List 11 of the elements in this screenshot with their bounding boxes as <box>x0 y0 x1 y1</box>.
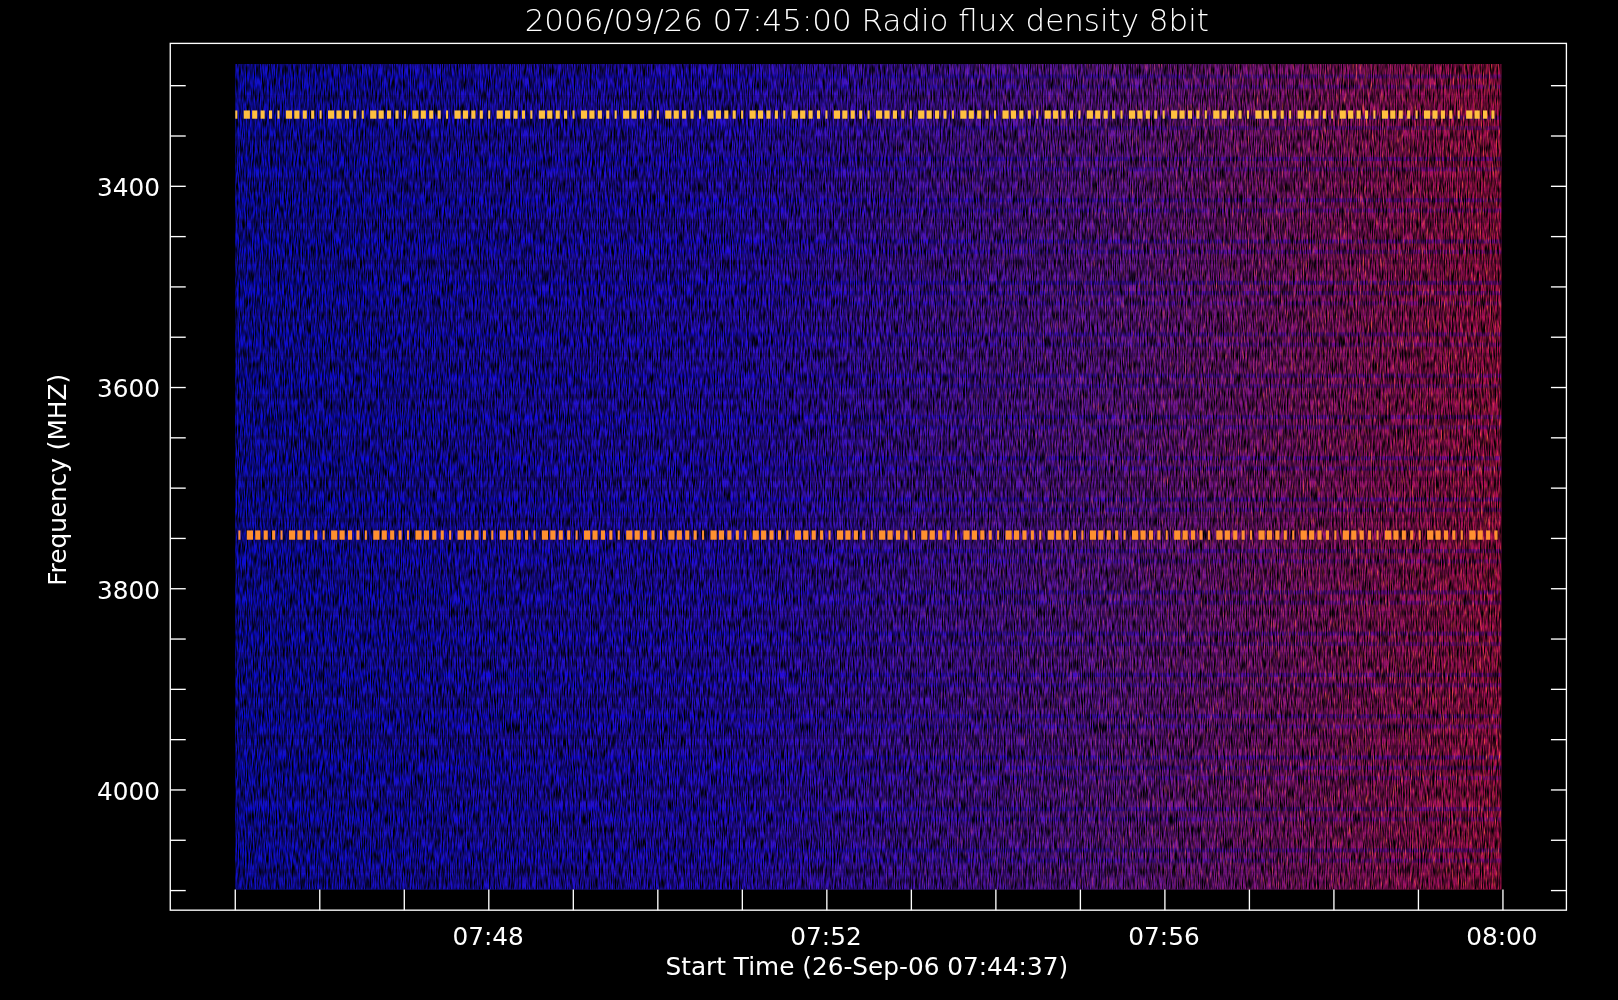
tick-label: 07:48 <box>452 922 524 952</box>
tick-label: 3800 <box>96 575 160 605</box>
axis-label: Frequency (MHZ) <box>43 373 73 586</box>
plot-title: 2006/09/26 07:45:00 Radio flux density 8bit <box>524 2 1209 38</box>
tick-label: 4000 <box>96 776 160 806</box>
tick-label: 08:00 <box>1466 922 1538 952</box>
tick-label: 07:56 <box>1128 922 1200 952</box>
tick-label: 3600 <box>96 374 160 404</box>
tick-label: 3400 <box>96 173 160 203</box>
axis-label: Start Time (26-Sep-06 07:44:37) <box>665 952 1069 982</box>
tick-label: 07:52 <box>790 922 862 952</box>
